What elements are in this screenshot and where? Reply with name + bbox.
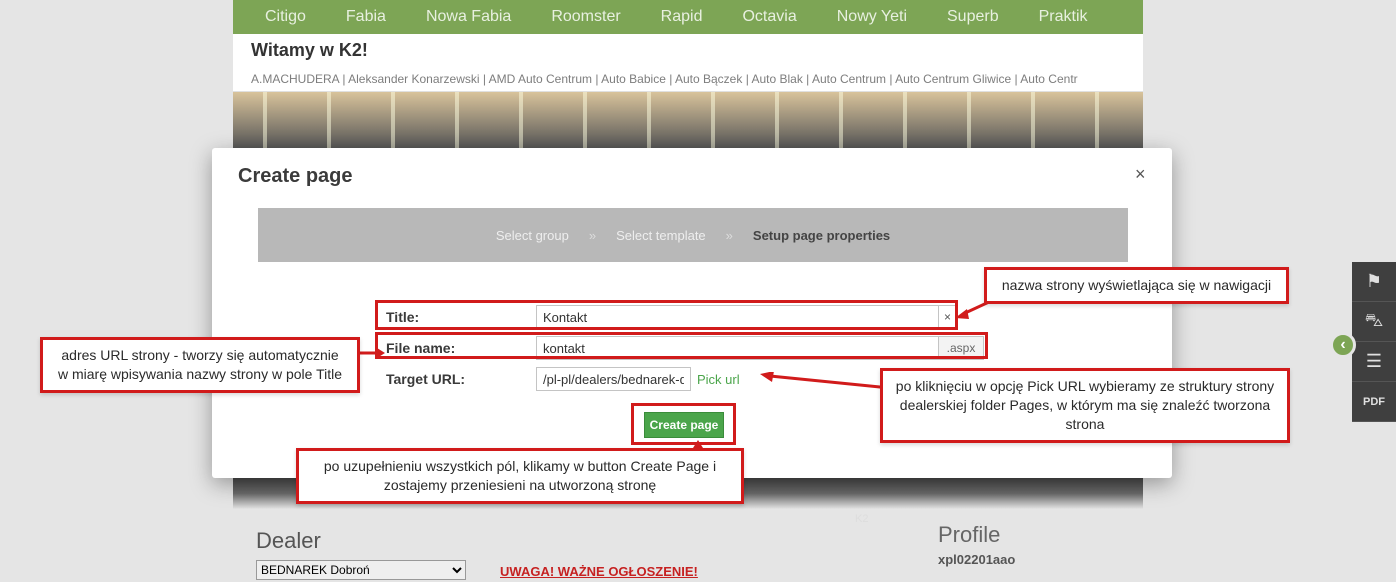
callout-create: po uzupełnieniu wszystkich pól, klikamy …	[296, 448, 744, 504]
nav-item[interactable]: Praktik	[1019, 8, 1108, 26]
target-row: Target URL: Pick url	[378, 367, 740, 391]
nav-item[interactable]: Superb	[927, 8, 1019, 26]
step-setup: Setup page properties	[753, 228, 890, 243]
callout-url: adres URL strony - tworzy się automatycz…	[40, 337, 360, 393]
profile-id: xpl02201aao	[938, 552, 1015, 567]
dealer-select[interactable]: BEDNAREK Dobroń	[256, 560, 466, 580]
close-icon[interactable]: ×	[1135, 164, 1146, 185]
modal-title: Create page	[238, 165, 353, 188]
callout-pickurl: po kliknięciu w opcję Pick URL wybieramy…	[880, 368, 1290, 443]
pdf-icon[interactable]: PDF	[1352, 382, 1396, 422]
nav-item[interactable]: Rapid	[641, 8, 723, 26]
dashboard-icon[interactable]: ☰	[1352, 342, 1396, 382]
car-icon[interactable]: ⛍	[1352, 302, 1396, 342]
step-sep: »	[726, 228, 733, 243]
callout-title: nazwa strony wyświetlająca się w nawigac…	[984, 267, 1289, 304]
annotation-frame-button	[631, 403, 736, 445]
step-sep: »	[589, 228, 596, 243]
nav-item[interactable]: Nowy Yeti	[817, 8, 927, 26]
arrow-icon	[760, 372, 890, 394]
profile-heading: Profile	[938, 522, 1000, 548]
nav-item[interactable]: Citigo	[245, 8, 326, 26]
warning-link[interactable]: UWAGA! WAŻNE OGŁOSZENIE!	[500, 564, 698, 579]
dealer-heading: Dealer	[256, 528, 321, 554]
nav-item[interactable]: Nowa Fabia	[406, 8, 531, 26]
welcome-heading: Witamy w K2!	[233, 34, 1143, 66]
target-label: Target URL:	[378, 371, 536, 387]
nav-item[interactable]: Roomster	[531, 8, 640, 26]
annotation-frame-filename	[375, 332, 988, 359]
nav-item[interactable]: Fabia	[326, 8, 406, 26]
side-toolbar: ⚑ ⛍ ☰ PDF	[1352, 262, 1396, 422]
collapse-toolbar-icon[interactable]: ‹	[1330, 332, 1356, 358]
nav-item[interactable]: Octavia	[722, 8, 816, 26]
wizard-steps: Select group » Select template » Setup p…	[258, 208, 1128, 262]
step-group[interactable]: Select group	[496, 228, 569, 243]
flag-icon[interactable]: ⚑	[1352, 262, 1396, 302]
pick-url-link[interactable]: Pick url	[697, 372, 740, 387]
k2-badge: K2	[855, 513, 868, 525]
dealers-breadcrumb: A.MACHUDERA | Aleksander Konarzewski | A…	[233, 66, 1143, 92]
step-template[interactable]: Select template	[616, 228, 706, 243]
annotation-frame-title	[375, 300, 958, 330]
top-nav: Citigo Fabia Nowa Fabia Roomster Rapid O…	[233, 0, 1143, 34]
target-input[interactable]	[536, 367, 691, 391]
